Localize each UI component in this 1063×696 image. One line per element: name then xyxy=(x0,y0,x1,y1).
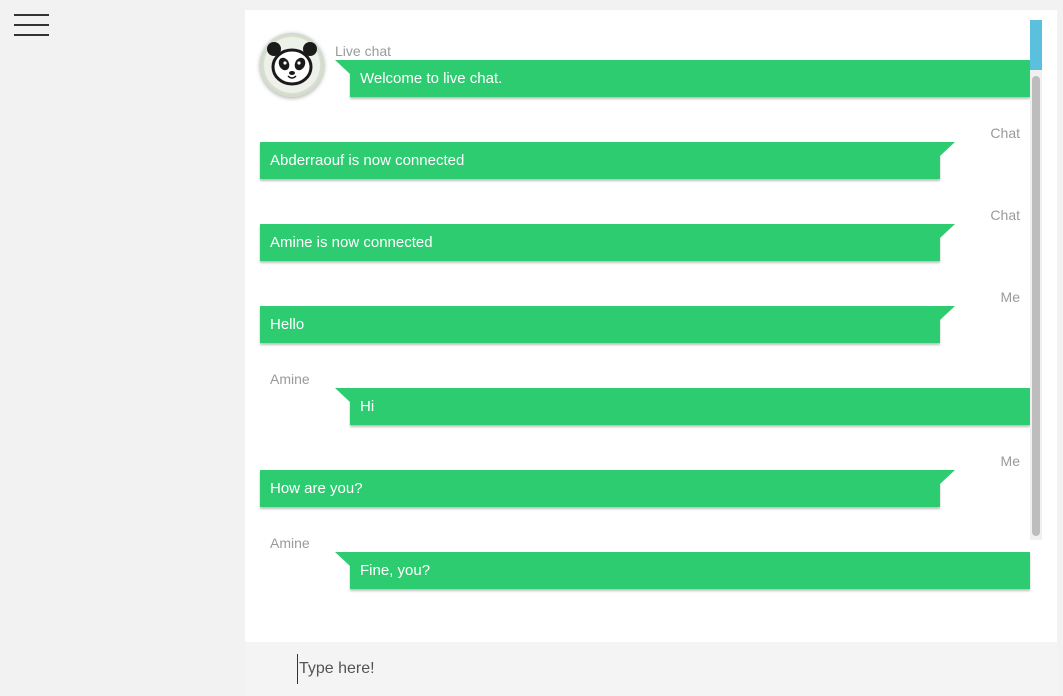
message-bubble: Hi xyxy=(335,388,1030,425)
message-sender: Me xyxy=(1000,453,1020,469)
message-bubble: How are you? xyxy=(260,470,955,507)
hamburger-menu-icon[interactable] xyxy=(14,14,49,38)
message-list[interactable]: Live chat Welcome to live chat. Chat Abd… xyxy=(245,10,1057,642)
message-bubble: Fine, you? xyxy=(335,552,1030,589)
message-bubble: Amine is now connected xyxy=(260,224,955,261)
message-sender: Me xyxy=(1000,289,1020,305)
composer-bar xyxy=(245,642,1057,696)
message-item: Me How are you? xyxy=(245,453,1057,535)
message-bubble: Abderraouf is now connected xyxy=(260,142,955,179)
message-item: Amine Fine, you? xyxy=(245,535,1057,617)
scrollbar-thumb[interactable] xyxy=(1032,76,1040,536)
scrollbar-accent[interactable] xyxy=(1030,20,1042,70)
message-input[interactable] xyxy=(297,654,997,684)
message-sender: Chat xyxy=(990,207,1020,223)
message-bubble: Welcome to live chat. xyxy=(335,60,1030,97)
menu-bar xyxy=(14,24,49,26)
message-sender: Amine xyxy=(270,371,310,387)
message-item: Amine Hi xyxy=(245,371,1057,453)
message-sender: Live chat xyxy=(335,43,392,59)
message-item: Live chat Welcome to live chat. xyxy=(245,33,1057,125)
message-item: Chat Amine is now connected xyxy=(245,207,1057,289)
message-bubble: Hello xyxy=(260,306,955,343)
message-item: Chat Abderraouf is now connected xyxy=(245,125,1057,207)
menu-bar xyxy=(14,34,49,36)
menu-bar xyxy=(14,14,49,16)
chat-panel: Live chat Welcome to live chat. Chat Abd… xyxy=(245,10,1057,696)
message-sender: Amine xyxy=(270,535,310,551)
message-item: Me Hello xyxy=(245,289,1057,371)
message-scrollbar[interactable] xyxy=(1030,20,1042,540)
message-sender: Chat xyxy=(990,125,1020,141)
panda-avatar-icon xyxy=(260,33,324,97)
